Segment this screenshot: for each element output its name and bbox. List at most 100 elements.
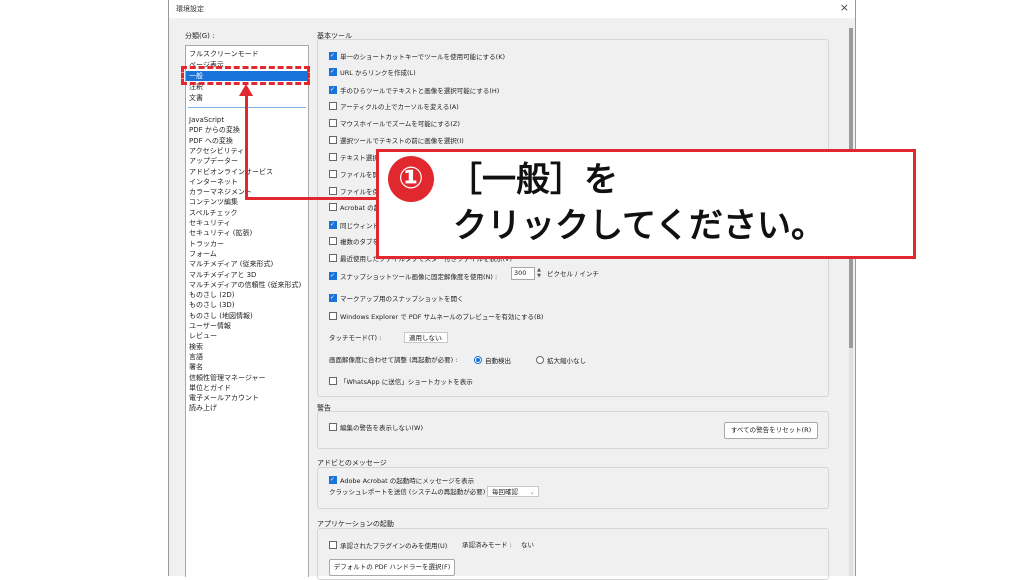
checkbox-icon (329, 203, 337, 211)
checkbox-icon (329, 254, 337, 262)
basic-tool-option-checkbox[interactable]: マウスホイールでズームを可能にする(Z) (329, 119, 460, 128)
option-label: URL からリンクを作成(L) (340, 69, 416, 77)
checkbox-checked-icon (329, 293, 337, 302)
basic-tool-option-checkbox[interactable]: Acrobat の起 (329, 203, 380, 212)
default-pdf-handler-button[interactable]: デフォルトの PDF ハンドラーを選択(F) (329, 559, 455, 576)
option-label: 選択ツールでテキストの前に画像を選択(I) (340, 137, 464, 145)
basic-tool-option-checkbox[interactable]: 複数のタブを (329, 237, 379, 246)
checkbox-icon (329, 423, 337, 431)
resolution-label: 画面解像度に合わせて調整 (再起動が必要) : (329, 356, 458, 364)
preferences-dialog: 環境設定 × 分類(G) : フルスクリーンモード ページ表示 一般 注釈 文書 Java… (168, 0, 856, 580)
category-item[interactable]: インターネット (189, 177, 238, 187)
category-item[interactable]: レビュー (189, 331, 217, 341)
category-item[interactable]: セキュリティ (拡張) (189, 228, 252, 238)
checkbox-icon (329, 153, 337, 161)
basic-tool-option-checkbox[interactable]: アーティクルの上でカーソルを変える(A) (329, 102, 459, 111)
category-item[interactable]: マルチメディア (従来形式) (189, 259, 273, 269)
crash-report-value: 毎回確認 (492, 488, 518, 496)
snapshot-unit: ピクセル / インチ (547, 270, 599, 278)
option-label: Windows Explorer で PDF サムネールのプレビューを有効にする… (340, 313, 544, 321)
checkbox-icon (329, 119, 337, 127)
category-item[interactable]: ものさし (地図情報) (189, 311, 253, 321)
category-item[interactable]: セキュリティ (189, 218, 231, 228)
snapshot-resolution-input[interactable]: 300 (511, 267, 535, 280)
crash-report-dropdown[interactable]: 毎回確認 ⌄ (487, 486, 539, 497)
category-item[interactable]: 読み上げ (189, 403, 217, 413)
option-label: 複数のタブを (340, 238, 379, 246)
spinner-arrows-icon[interactable]: ▲ ▼ (536, 267, 542, 280)
checkbox-checked-icon (329, 220, 337, 229)
checkbox-icon (329, 136, 337, 144)
category-item[interactable]: ものさし (3D) (189, 300, 235, 310)
category-item[interactable]: 単位とガイド (189, 383, 231, 393)
close-icon[interactable]: × (840, 1, 849, 14)
category-item[interactable]: 文書 (189, 93, 203, 103)
arrow-line-horizontal (245, 197, 377, 200)
checkbox-icon (329, 187, 337, 195)
category-item[interactable]: マルチメディアと 3D (189, 270, 256, 280)
checkbox-checked-icon (329, 67, 337, 76)
category-item[interactable]: トラッカー (189, 239, 224, 249)
basic-tool-option-checkbox[interactable]: 手のひらツールでテキストと画像を選択可能にする(H) (329, 85, 499, 95)
approved-mode-value: ない (521, 541, 534, 549)
category-item[interactable]: 言語 (189, 352, 203, 362)
checkbox-checked-icon (329, 475, 337, 484)
category-item[interactable]: カラーマネジメント (189, 187, 252, 197)
show-messages-checkbox[interactable]: Adobe Acrobat の起動時にメッセージを表示 (329, 475, 474, 485)
category-item[interactable]: PDF からの変換 (189, 125, 240, 135)
category-item[interactable]: 検索 (189, 342, 203, 352)
category-item[interactable]: マルチメディアの信頼性 (従来形式) (189, 280, 301, 290)
checkbox-checked-icon (329, 271, 337, 280)
category-item[interactable]: ユーザー情報 (189, 321, 231, 331)
touch-mode-dropdown[interactable]: 適用しない ⌄ (404, 332, 448, 343)
basic-tool-option-checkbox[interactable]: URL からリンクを作成(L) (329, 67, 416, 77)
approved-plugins-checkbox[interactable]: 承認されたプラグインのみを使用(U) (329, 541, 447, 550)
option-label: マウスホイールでズームを可能にする(Z) (340, 120, 460, 128)
basic-tool-option-checkbox[interactable]: 単一のショートカットキーでツールを使用可能にする(K) (329, 51, 505, 61)
category-item[interactable]: フルスクリーンモード (189, 49, 259, 59)
basic-tool-option-checkbox[interactable]: テキスト選択 (329, 153, 379, 162)
category-item[interactable]: 信頼性管理マネージャー (189, 373, 266, 383)
category-item[interactable]: アドビオンラインサービス (189, 167, 273, 177)
radio-selected-icon (474, 356, 482, 364)
category-item[interactable]: ものさし (2D) (189, 290, 235, 300)
option-label: マークアップ用のスナップショットを開く (340, 295, 464, 303)
chevron-down-icon: ⌄ (529, 488, 535, 496)
crash-report-label: クラッシュレポートを送信 (システムの再起動が必要) : (329, 488, 490, 496)
basic-tool-option-checkbox[interactable]: マークアップ用のスナップショットを開く (329, 293, 464, 303)
checkbox-checked-icon (329, 51, 337, 60)
option-label: スナップショットツール画像に固定解像度を使用(N) : (340, 273, 498, 281)
instruction-line-2: クリックしてください。 (453, 206, 825, 246)
category-item[interactable]: フォーム (189, 249, 217, 259)
category-item[interactable]: 署名 (189, 362, 203, 372)
checkbox-icon (329, 377, 337, 385)
basic-tool-option-checkbox[interactable]: Windows Explorer で PDF サムネールのプレビューを有効にする… (329, 312, 543, 321)
category-item[interactable]: PDF への変換 (189, 136, 233, 146)
category-item[interactable]: アクセシビリティ (189, 146, 244, 156)
category-item[interactable]: スペルチェック (189, 208, 238, 218)
resolution-auto-radio[interactable]: 自動検出 (474, 356, 511, 365)
resolution-none-radio[interactable]: 拡大縮小なし (536, 356, 586, 365)
no-edit-warning-checkbox[interactable]: 編集の警告を表示しない(W) (329, 423, 423, 432)
category-item[interactable]: アップデーター (189, 156, 238, 166)
category-item[interactable]: コンテンツ編集 (189, 197, 238, 207)
instruction-line-1: ［一般］を (448, 160, 618, 200)
checkbox-icon (329, 541, 337, 549)
checkbox-icon (329, 170, 337, 178)
highlight-general-box (181, 66, 310, 85)
arrow-line-vertical (245, 93, 248, 200)
basic-tool-option-checkbox[interactable]: 選択ツールでテキストの前に画像を選択(I) (329, 136, 464, 145)
reset-warnings-button[interactable]: すべての警告をリセット(R) (724, 422, 818, 439)
checkbox-icon (329, 237, 337, 245)
option-label: アーティクルの上でカーソルを変える(A) (340, 103, 459, 111)
basic-tool-option-checkbox[interactable]: スナップショットツール画像に固定解像度を使用(N) : (329, 271, 498, 281)
checkbox-icon (329, 102, 337, 110)
category-item[interactable]: JavaScript (189, 115, 224, 125)
touch-mode-value: 適用しない (409, 334, 442, 342)
option-label: Acrobat の起 (340, 204, 381, 212)
category-item[interactable]: 電子メールアカウント (189, 393, 259, 403)
checkbox-icon (329, 312, 337, 320)
whatsapp-shortcut-checkbox[interactable]: 「WhatsApp に送信」ショートカットを表示 (329, 377, 473, 386)
categories-label: 分類(G) : (185, 32, 215, 40)
step-number-badge: ① (388, 156, 434, 202)
